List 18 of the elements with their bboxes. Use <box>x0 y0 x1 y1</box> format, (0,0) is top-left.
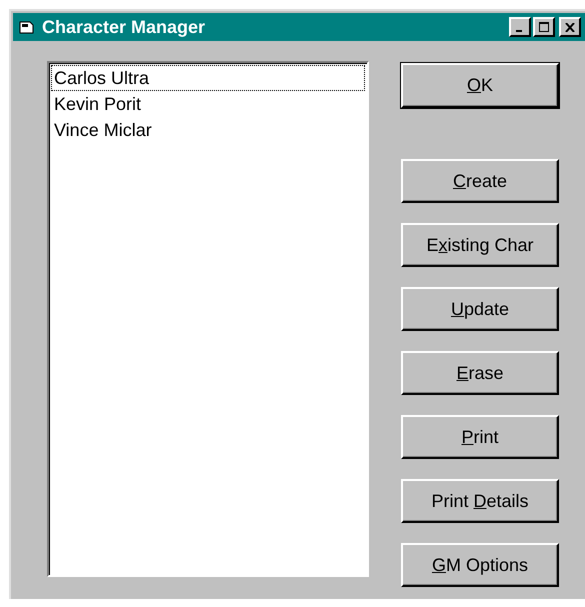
close-icon <box>565 22 575 32</box>
dialog-button[interactable]: Create <box>401 159 559 203</box>
dialog-button[interactable]: GM Options <box>401 543 559 587</box>
dialog-button[interactable]: Erase <box>401 351 559 395</box>
maximize-button[interactable] <box>533 17 555 37</box>
dialog-button[interactable]: Print <box>401 415 559 459</box>
list-item[interactable]: Carlos Ultra <box>51 65 365 91</box>
dialog-button[interactable]: OK <box>401 63 559 108</box>
app-icon <box>19 20 35 34</box>
minimize-button[interactable] <box>509 17 531 37</box>
maximize-icon <box>539 22 549 32</box>
dialog-button[interactable]: Existing Char <box>401 223 559 267</box>
dialog-button[interactable]: Print Details <box>401 479 559 523</box>
list-item[interactable]: Vince Miclar <box>51 117 365 143</box>
list-item[interactable]: Kevin Porit <box>51 91 365 117</box>
close-button[interactable] <box>559 17 581 37</box>
dialog-button[interactable]: Update <box>401 287 559 331</box>
window-title: Character Manager <box>42 16 206 38</box>
